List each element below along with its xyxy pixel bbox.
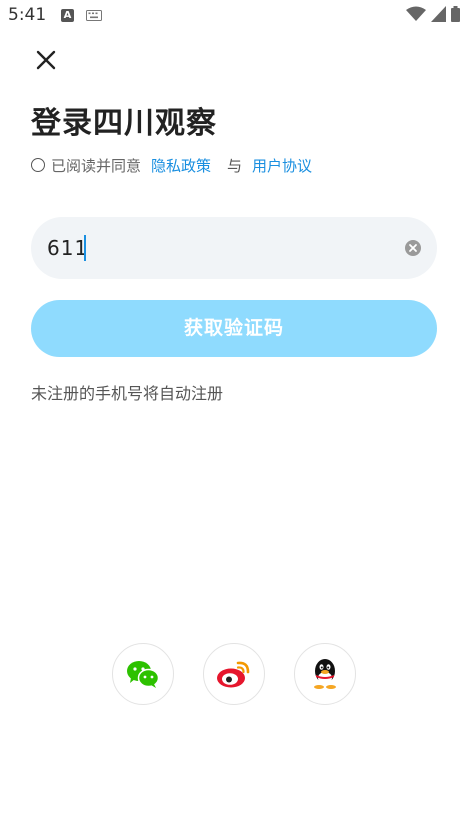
weibo-icon bbox=[217, 661, 250, 688]
close-icon bbox=[36, 50, 56, 70]
wifi-icon bbox=[406, 6, 426, 21]
agree-radio[interactable] bbox=[31, 158, 45, 172]
weibo-login-button[interactable] bbox=[203, 643, 265, 705]
wechat-login-button[interactable] bbox=[112, 643, 174, 705]
keyboard-icon bbox=[86, 10, 102, 21]
status-bar: 5:41 A bbox=[0, 0, 468, 32]
clear-icon bbox=[409, 244, 417, 252]
qq-icon bbox=[314, 659, 336, 689]
agreement-row: 已阅读并同意 隐私政策 与 用户协议 bbox=[31, 155, 312, 175]
register-hint: 未注册的手机号将自动注册 bbox=[31, 384, 224, 403]
social-login bbox=[112, 643, 356, 705]
page-title: 登录四川观察 bbox=[31, 106, 217, 141]
clear-button[interactable] bbox=[405, 240, 421, 256]
battery-icon bbox=[451, 6, 460, 22]
agreement-text: 已阅读并同意 bbox=[51, 156, 142, 175]
text-caret bbox=[84, 235, 86, 261]
user-agreement-link[interactable]: 用户协议 bbox=[252, 155, 312, 176]
qq-login-button[interactable] bbox=[294, 643, 356, 705]
phone-input[interactable] bbox=[47, 231, 387, 265]
get-code-button[interactable]: 获取验证码 bbox=[31, 300, 437, 357]
status-icons bbox=[406, 6, 460, 22]
close-button[interactable] bbox=[32, 46, 60, 74]
privacy-policy-link[interactable]: 隐私政策 bbox=[151, 155, 211, 176]
agreement-and: 与 bbox=[227, 156, 243, 175]
accessibility-icon: A bbox=[61, 9, 74, 22]
wechat-icon bbox=[127, 661, 160, 688]
status-time: 5:41 bbox=[8, 5, 47, 25]
phone-field[interactable] bbox=[31, 217, 437, 279]
signal-icon bbox=[431, 6, 446, 22]
